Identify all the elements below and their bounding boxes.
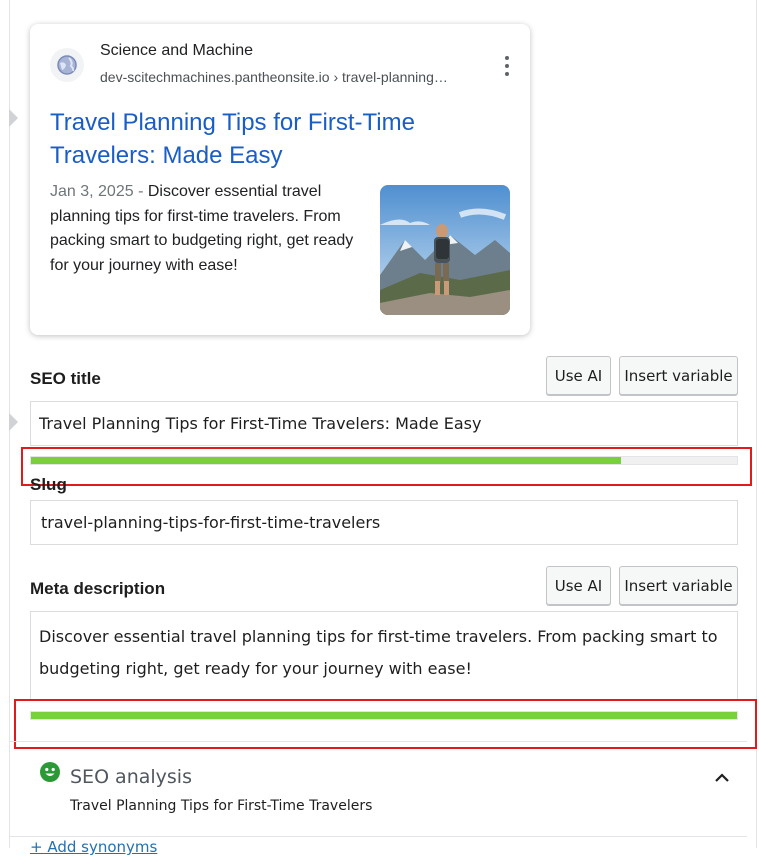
site-name: Science and Machine	[100, 42, 253, 59]
slug-label: Slug	[30, 475, 67, 494]
meta-description-textarea[interactable]: Discover essential travel planning tips …	[30, 611, 738, 701]
meta-insert-variable-button[interactable]: Insert variable	[619, 566, 738, 605]
meta-description-label: Meta description	[30, 579, 166, 598]
smiley-green-icon	[40, 762, 60, 787]
preview-date: Jan 3, 2025	[50, 183, 134, 200]
seo-title-insert-variable-button[interactable]: Insert variable	[619, 356, 738, 395]
slug-value: travel-planning-tips-for-first-time-trav…	[41, 513, 381, 532]
seo-analysis-title[interactable]: SEO analysis	[70, 766, 192, 788]
slug-input[interactable]: travel-planning-tips-for-first-time-trav…	[30, 500, 738, 545]
collapse-arrow-icon[interactable]	[9, 413, 18, 431]
section-divider	[10, 741, 747, 742]
seo-title-input[interactable]: Travel Planning Tips for First-Time Trav…	[30, 401, 738, 446]
add-synonyms-link[interactable]: + Add synonyms	[30, 838, 157, 856]
date-separator: -	[133, 183, 148, 200]
seo-title-use-ai-button[interactable]: Use AI	[546, 356, 611, 395]
seo-analysis-keyphrase: Travel Planning Tips for First-Time Trav…	[70, 798, 373, 814]
preview-title[interactable]: Travel Planning Tips for First-Time Trav…	[50, 106, 470, 172]
collapse-arrow-icon[interactable]	[9, 109, 18, 127]
google-preview-card: Science and Machine dev-scitechmachines.…	[30, 24, 530, 335]
globe-icon	[50, 48, 84, 82]
preview-snippet: Jan 3, 2025 - Discover essential travel …	[50, 180, 370, 278]
chevron-up-icon[interactable]	[715, 770, 729, 782]
meta-use-ai-button[interactable]: Use AI	[546, 566, 611, 605]
section-divider	[10, 836, 747, 837]
seo-title-value: Travel Planning Tips for First-Time Trav…	[39, 414, 482, 433]
preview-thumbnail-image	[380, 185, 510, 315]
meta-description-value: Discover essential travel planning tips …	[39, 627, 718, 678]
highlight-box	[21, 447, 752, 486]
more-options-icon[interactable]	[499, 56, 515, 76]
seo-title-label: SEO title	[30, 369, 101, 388]
site-url: dev-scitechmachines.pantheonsite.io › tr…	[100, 69, 448, 85]
